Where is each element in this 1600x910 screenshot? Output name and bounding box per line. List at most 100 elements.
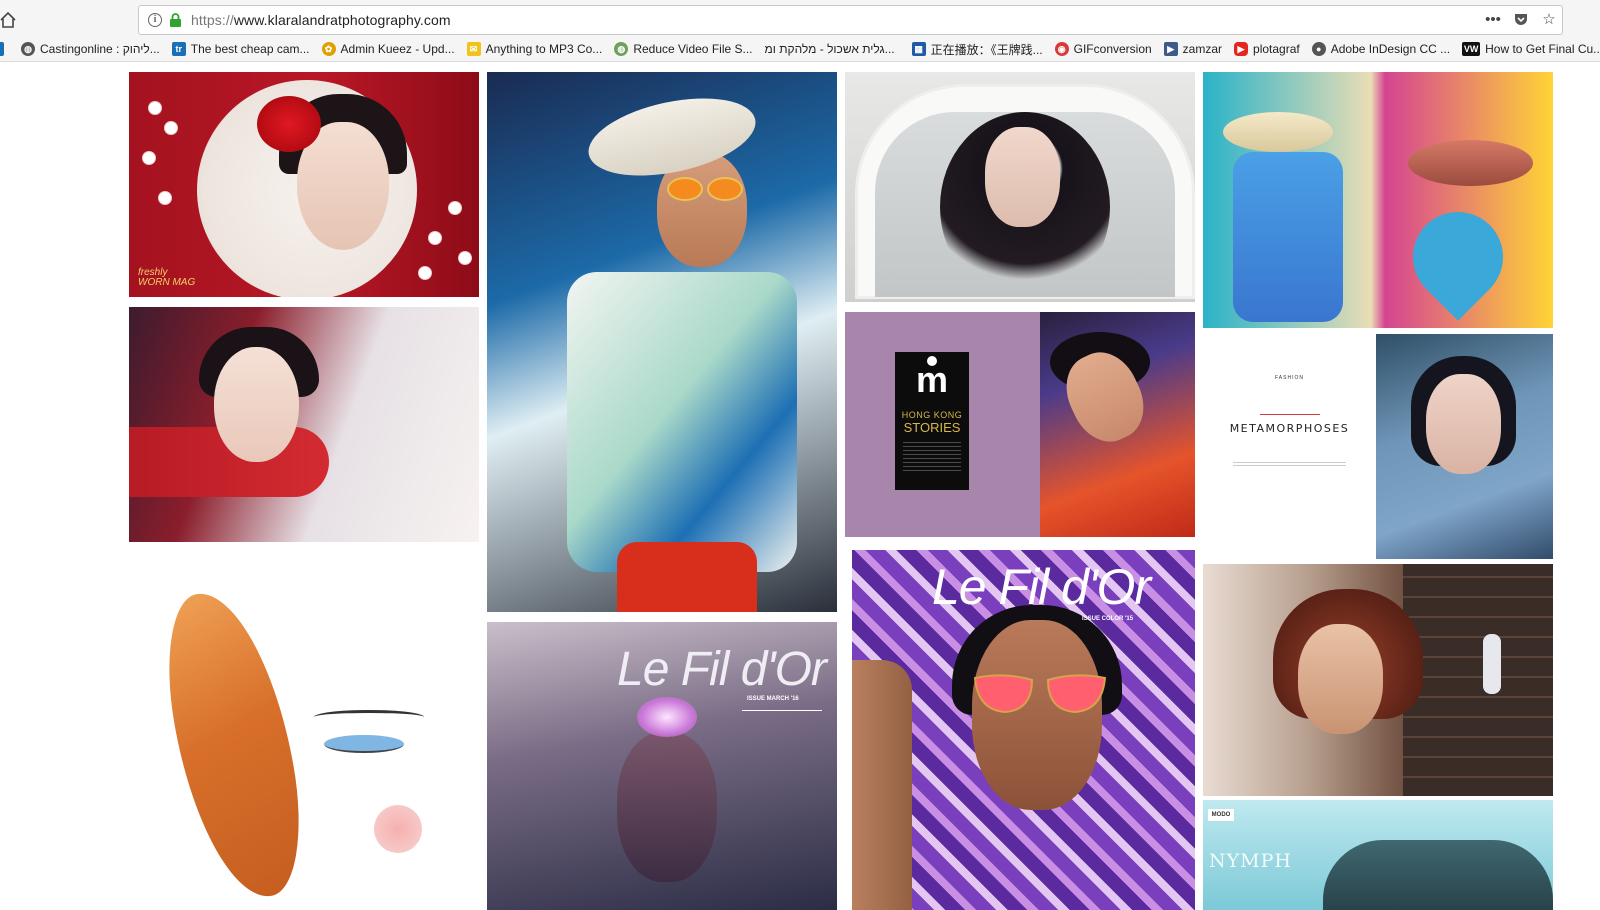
face-shape (985, 127, 1060, 227)
bookmark-label: plotagraf (1253, 42, 1300, 56)
blossom (449, 202, 461, 214)
photo-reclining-colorful[interactable] (1040, 312, 1195, 537)
book-fine-print (903, 442, 961, 472)
gif-icon: ◉ (1054, 42, 1069, 56)
globe-icon: ◍ (614, 42, 629, 56)
conical-hat-shape (1408, 140, 1533, 186)
blossom (459, 252, 471, 264)
bookmark-item[interactable]: גלית אשכול - מלהקת ומ... (765, 42, 900, 56)
heart-glasses-icon (667, 177, 743, 201)
photo-cowboy-hat-kimono[interactable] (487, 72, 837, 612)
home-icon[interactable] (0, 11, 16, 29)
bookmark-item[interactable]: ▶ plotagraf (1234, 42, 1300, 56)
nymph-title: NYMPH (1209, 850, 1292, 872)
face-shape (214, 347, 299, 462)
face-shape (972, 620, 1102, 810)
bookmark-item[interactable] (0, 42, 9, 56)
photo-metamorphoses-cover[interactable]: FASHION METAMORPHOSES (1203, 334, 1376, 559)
bookmark-item[interactable]: ◍ Castingonline : ליהוק... (21, 42, 160, 56)
conical-hat-shape (1223, 112, 1333, 152)
bookmark-item[interactable]: VW How to Get Final Cu... (1462, 42, 1600, 56)
address-bar[interactable]: i https://www.klaralandratphotography.co… (138, 5, 1563, 35)
m-logo-icon: m (915, 359, 948, 400)
photo-le-fil-dor-color[interactable]: Le Fil d'Or ISSUE COLOR '15 (852, 550, 1195, 910)
brick-wall-shape (1403, 564, 1553, 796)
bookmark-item[interactable]: tr The best cheap cam... (171, 42, 310, 56)
red-flower (257, 96, 321, 152)
bookmark-item[interactable]: ◉ GIFconversion (1054, 42, 1152, 56)
bookmark-label: Anything to MP3 Co... (485, 42, 603, 56)
bookmark-label: Adobe InDesign CC ... (1330, 42, 1451, 56)
bookmark-item[interactable]: ▶ zamzar (1163, 42, 1222, 56)
bookmark-label: 正在播放：《王牌践... (930, 42, 1043, 57)
photo-hong-kong-stories[interactable]: m HONG KONG STORIES (845, 312, 1040, 537)
aviator-glasses-icon (973, 674, 1107, 714)
face-shape (617, 732, 717, 882)
bookmark-label: GIFconversion (1073, 42, 1152, 56)
blossom (429, 232, 441, 244)
bookmark-label: Reduce Video File S... (633, 42, 753, 56)
title-rule (742, 710, 822, 711)
globe-icon: ◍ (21, 42, 35, 56)
url-host: www.klaralandratphotography.com (233, 12, 451, 28)
face-shape (1426, 374, 1501, 474)
orange-brush-stroke (152, 582, 316, 908)
bookmark-label: Castingonline : ליהוק... (40, 42, 160, 56)
book-title-line2: STORIES (903, 420, 961, 435)
photo-conical-hats-collage[interactable] (1203, 72, 1553, 328)
logo-line2: WORN MAG (138, 277, 196, 288)
issue-label: ISSUE COLOR '15 (1082, 616, 1134, 622)
metamorphoses-title: METAMORPHOSES (1229, 422, 1350, 435)
red-cloth-shape (617, 542, 757, 612)
page-actions-icon[interactable]: ••• (1484, 11, 1502, 29)
light-glow (637, 697, 697, 737)
bookmark-item[interactable]: ● Adobe InDesign CC ... (1311, 42, 1451, 56)
pink-blush (374, 805, 422, 853)
photo-nymph-cover[interactable]: MODO NYMPH (1203, 800, 1553, 910)
bookmark-edge-icon (0, 42, 4, 56)
bookmark-item[interactable]: ✉ Anything to MP3 Co... (466, 42, 603, 56)
statue-figurine (1483, 634, 1501, 694)
bookmarks-bar: ◍ Castingonline : ליהוק... tr The best che… (0, 38, 1600, 60)
bee-icon: ✿ (321, 42, 336, 56)
lock-icon[interactable] (169, 13, 182, 28)
arm-shape (852, 660, 912, 910)
url-text[interactable]: https://www.klaralandratphotography.com (191, 12, 451, 28)
bookmark-label: The best cheap cam... (190, 42, 310, 56)
magazine-title: Le Fil d'Or (617, 643, 827, 696)
photo-wet-hair-portrait[interactable] (1376, 334, 1553, 559)
photo-bathtub[interactable] (845, 72, 1195, 302)
photo-brush-illustration[interactable] (129, 550, 479, 910)
blossom (143, 152, 155, 164)
bookmark-item[interactable]: ◍ Reduce Video File S... (614, 42, 753, 56)
zamzar-icon: ▶ (1163, 42, 1178, 56)
title-rule (1260, 414, 1320, 415)
url-protocol: https:// (191, 12, 234, 28)
kimono-shape (567, 272, 797, 572)
tr-icon: tr (171, 42, 186, 56)
modo-tag: MODO (1208, 809, 1234, 821)
book-cover: m HONG KONG STORIES (895, 352, 969, 490)
blue-cape-shape (1233, 152, 1343, 322)
fan-shape (1394, 193, 1522, 321)
info-icon[interactable]: i (148, 13, 162, 27)
photo-red-hair-bricks[interactable] (1203, 564, 1553, 796)
fashion-label: FASHION (1275, 375, 1304, 381)
vw-icon: VW (1462, 42, 1481, 56)
photo-le-fil-dor-march[interactable]: Le Fil d'Or ISSUE MARCH '16 (487, 622, 837, 910)
photo-red-geisha[interactable]: freshly WORN MAG (129, 72, 479, 297)
blue-eye-stroke (324, 735, 404, 753)
bookmark-item[interactable]: ▦ 正在播放：《王牌践... (911, 41, 1043, 58)
credits-fine-print (1233, 462, 1346, 468)
bookmark-star-icon[interactable]: ☆ (1540, 11, 1558, 29)
bookmark-label: גלית אשכול - מלהקת ומ... (764, 42, 895, 56)
blossom (419, 267, 431, 279)
face-shape (1298, 624, 1383, 734)
pocket-icon[interactable] (1512, 11, 1530, 29)
bookmark-label: How to Get Final Cu... (1485, 42, 1600, 56)
bookmark-item[interactable]: ✿ Admin Kueez - Upd... (321, 42, 455, 56)
bookmark-label: Admin Kueez - Upd... (340, 42, 455, 56)
photo-red-glam[interactable] (129, 307, 479, 542)
blossom (159, 192, 171, 204)
mail-icon: ✉ (466, 42, 481, 56)
